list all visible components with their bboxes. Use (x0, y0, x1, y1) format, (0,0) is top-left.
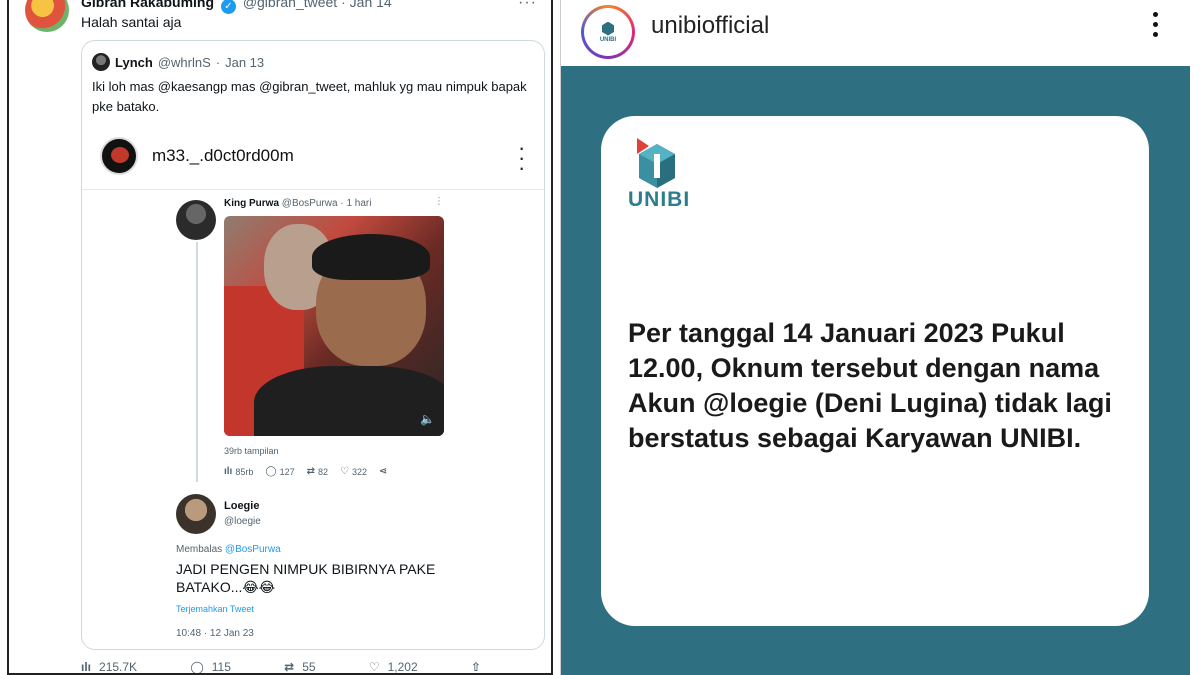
tweet-date[interactable]: Jan 14 (350, 0, 392, 10)
unibi-logo-icon (602, 21, 614, 36)
bar-chart-icon: ılı (81, 660, 92, 674)
unibi-wordmark: UNIBI (628, 188, 691, 211)
quoted-tweet[interactable]: Lynch @whrlnS · Jan 13 Iki loh mas @kaes… (81, 40, 545, 650)
quoted-avatar (92, 53, 110, 71)
retweet-button[interactable]: ⇄ 55 (284, 660, 316, 674)
announcement-card: UNIBI Per tanggal 14 Januari 2023 Pukul … (601, 116, 1149, 626)
replying-prefix: Membalas (176, 544, 223, 555)
quoted-tweet-header: Lynch @whrlnS · Jan 13 (92, 53, 264, 71)
bar-chart-icon: ılı (224, 466, 233, 477)
more-options-icon[interactable]: ··· (518, 0, 537, 12)
retweet-icon: ⇄ (284, 660, 295, 674)
video-thumbnail: 🔈 (224, 216, 444, 436)
tweet-header: Gibran Rakabuming ✓ @gibran_tweet · Jan … (81, 0, 392, 14)
speaker-icon: 🔈 (420, 412, 435, 426)
kp-views-count: 85rb (235, 466, 254, 477)
announcement-text: Per tanggal 14 Januari 2023 Pukul 12.00,… (628, 318, 1112, 453)
loegie-reply-text: JADI PENGEN NIMPUK BIBIRNYA PAKE BATAKO.… (176, 561, 436, 595)
replies-count: 115 (211, 660, 231, 674)
share-icon: ⋖ (379, 466, 388, 477)
kp-likes: ♡ 322 (340, 466, 367, 477)
king-purwa-more-icon: ⋮ (434, 196, 444, 207)
ig-post-image: UNIBI Per tanggal 14 Januari 2023 Pukul … (561, 66, 1190, 675)
embedded-screenshot: King Purwa @BosPurwa · 1 hari ⋮ 🔈 39rb t… (82, 189, 544, 649)
author-handle[interactable]: @gibran_tweet (243, 0, 337, 10)
quoted-date: Jan 13 (225, 54, 265, 70)
king-purwa-actions: ılı 85rb ◯ 127 ⇄ 82 ♡ 322 ⋖ (224, 466, 387, 477)
likes-count: 1,202 (387, 660, 418, 674)
quoted-author-handle: @whrlnS (157, 54, 211, 70)
reply-button[interactable]: ◯ 115 (190, 660, 231, 674)
loegie-handle: @loegie (224, 516, 261, 527)
kp-retweets: ⇄ 82 (307, 466, 328, 477)
instagram-panel: UNIBI unibiofficial UNIBI Per tanggal 14… (560, 0, 1190, 675)
king-purwa-avatar (176, 200, 216, 240)
retweets-count: 55 (302, 660, 316, 674)
author-avatar[interactable] (25, 0, 69, 32)
tweet-panel: Gibran Rakabuming ✓ @gibran_tweet · Jan … (7, 0, 553, 675)
heart-icon: ♡ (368, 660, 380, 674)
separator: · (340, 198, 344, 209)
share-button[interactable]: ⇧ (470, 660, 481, 674)
embedded-ig-header: m33._.d0ct0rd00m (100, 137, 294, 175)
ig-username[interactable]: unibiofficial (651, 12, 769, 40)
thread-line (196, 242, 198, 482)
king-purwa-name: King Purwa (224, 198, 280, 209)
king-purwa-handle: @BosPurwa (281, 198, 338, 209)
kp-views: ılı 85rb (224, 466, 253, 477)
replying-to: Membalas @BosPurwa (176, 544, 281, 555)
loegie-avatar (176, 494, 216, 534)
ig-profile-avatar[interactable]: UNIBI (581, 5, 635, 59)
kp-share: ⋖ (379, 466, 387, 477)
like-button[interactable]: ♡ 1,202 (368, 660, 418, 674)
loegie-timestamp: 10:48 · 12 Jan 23 (176, 628, 254, 639)
speech-bubble-icon: ◯ (265, 466, 277, 477)
king-purwa-time: 1 hari (346, 198, 372, 209)
separator: · (215, 54, 221, 70)
speech-bubble-icon: ◯ (190, 660, 204, 674)
quoted-tweet-text: Iki loh mas @kaesangp mas @gibran_tweet,… (92, 79, 527, 114)
verified-badge-icon: ✓ (220, 0, 236, 14)
king-purwa-header: King Purwa @BosPurwa · 1 hari (224, 198, 371, 209)
loegie-name: Loegie (224, 500, 260, 512)
heart-icon: ♡ (340, 466, 349, 477)
views-count: 215.7K (99, 660, 138, 674)
kp-replies-count: 127 (279, 466, 295, 477)
share-icon: ⇧ (470, 660, 481, 674)
ig-post-header: UNIBI unibiofficial (561, 0, 1190, 66)
embedded-ig-username: m33._.d0ct0rd00m (152, 146, 294, 165)
separator: · (341, 0, 346, 10)
view-count: 39rb tampilan (224, 446, 279, 456)
tweet-action-bar: ılı 215.7K ◯ 115 ⇄ 55 ♡ 1,202 ⇧ (81, 660, 481, 674)
quoted-author-name: Lynch (115, 54, 153, 70)
kp-likes-count: 322 (351, 466, 367, 477)
embedded-ig-avatar (100, 137, 138, 175)
views-button[interactable]: ılı 215.7K (81, 660, 138, 674)
retweet-icon: ⇄ (306, 466, 315, 477)
replying-mention: @BosPurwa (224, 544, 281, 555)
kp-retweets-count: 82 (317, 466, 328, 477)
author-name[interactable]: Gibran Rakabuming (81, 0, 214, 10)
ig-more-options-icon[interactable] (1151, 12, 1159, 37)
avatar-logo-text: UNIBI (599, 36, 617, 43)
kp-replies: ◯ 127 (265, 466, 294, 477)
embedded-more-icon: · · · (518, 135, 526, 180)
tweet-text: Halah santai aja (81, 14, 182, 30)
translate-link: Terjemahkan Tweet (176, 604, 254, 614)
